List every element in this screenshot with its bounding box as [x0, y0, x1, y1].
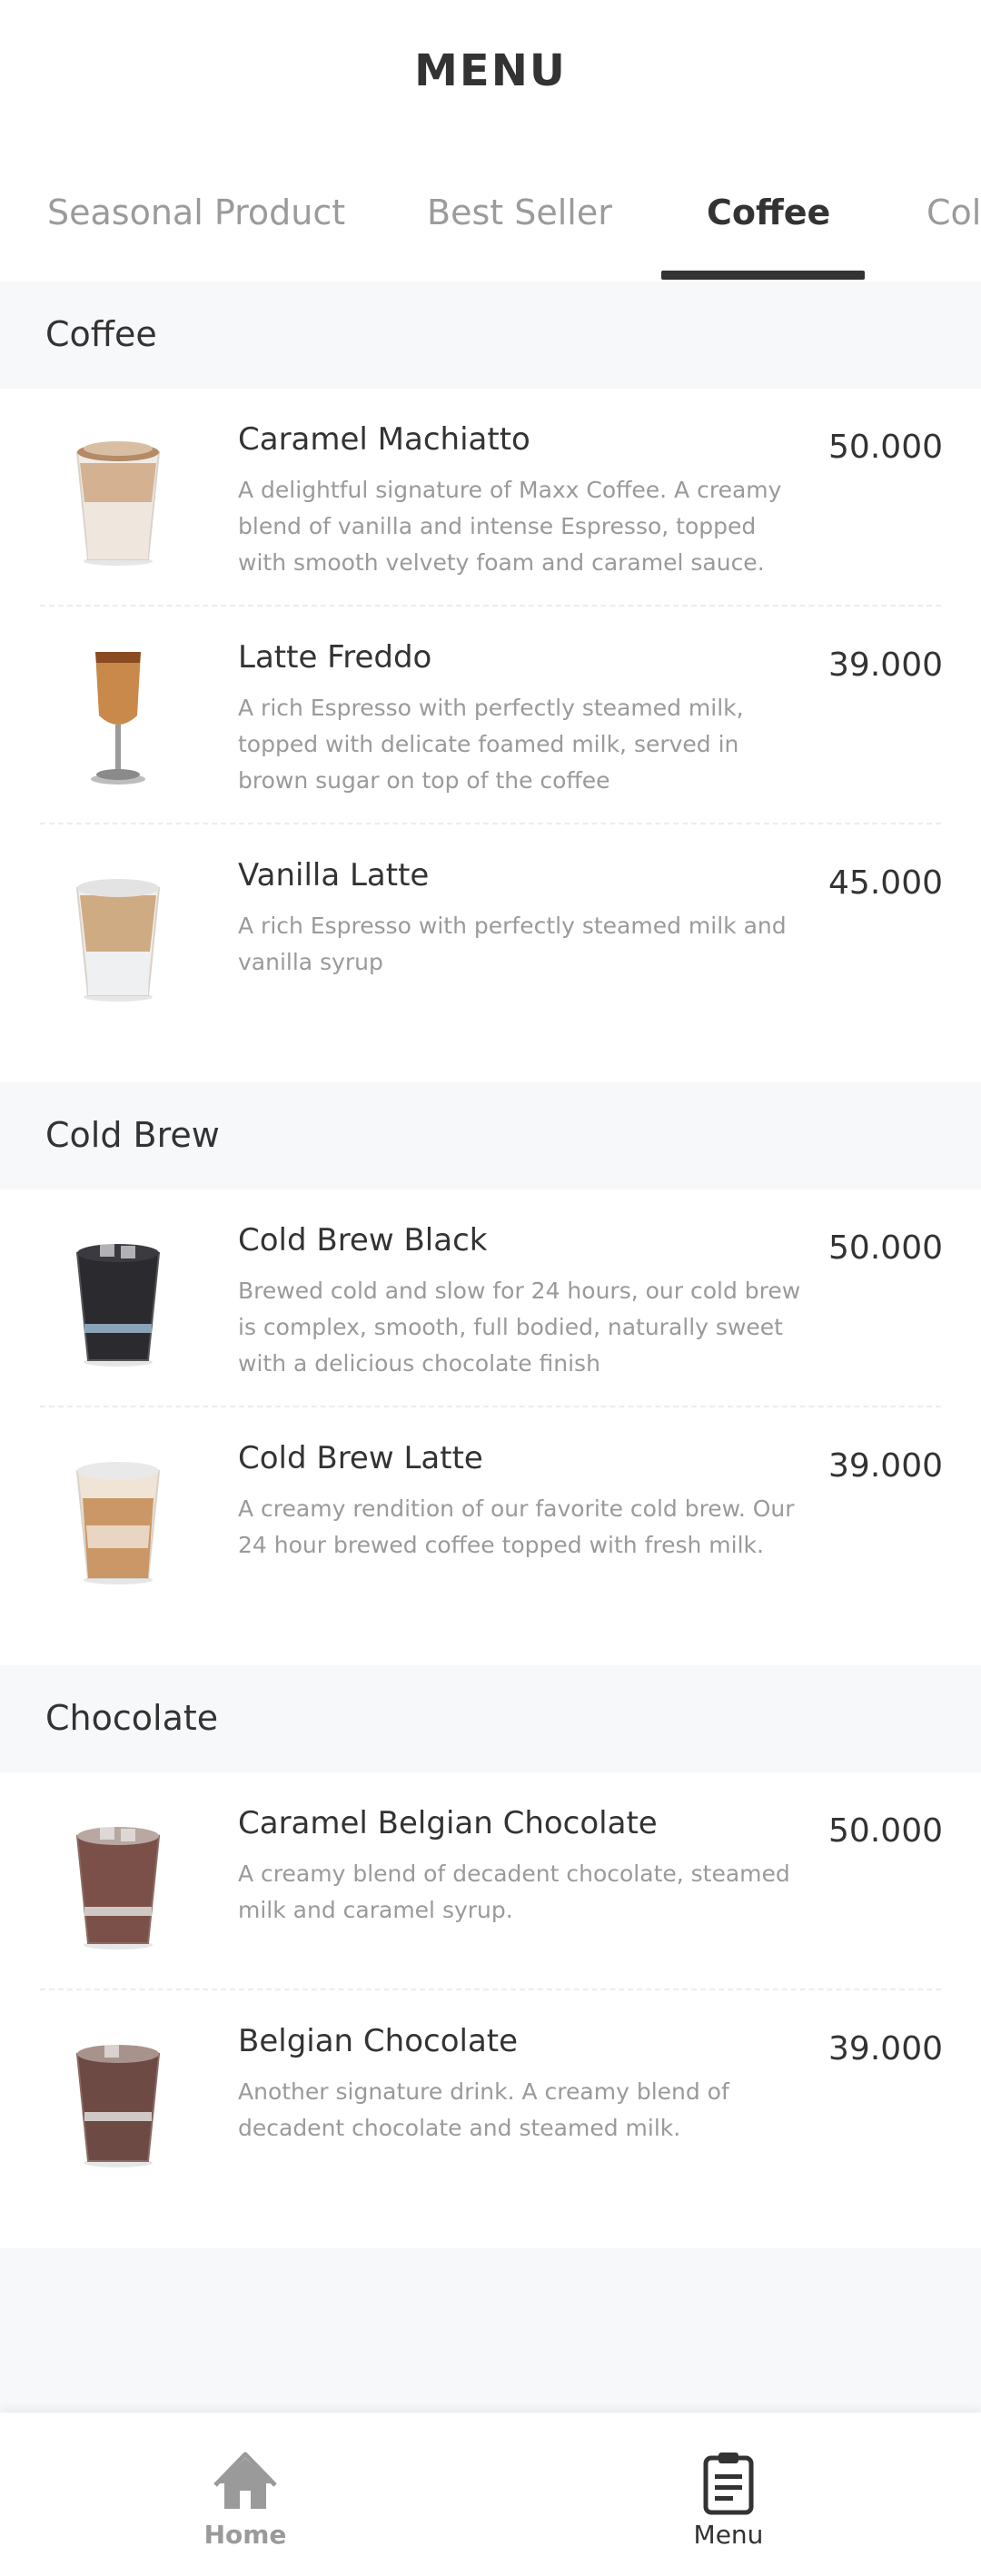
tab-coffee[interactable]: Coffee [707, 192, 830, 232]
item-name: Latte Freddo [238, 639, 432, 676]
menu-item[interactable]: Cold Brew Black Brewed cold and slow for… [0, 1189, 981, 1407]
tab-best-seller[interactable]: Best Seller [427, 192, 612, 232]
item-price: 50.000 [828, 1229, 943, 1267]
home-icon [213, 2452, 277, 2509]
item-description: A rich Espresso with perfectly steamed m… [238, 913, 787, 975]
item-name: Cold Brew Black [238, 1222, 488, 1258]
item-name: Vanilla Latte [238, 857, 430, 893]
item-name: Cold Brew Latte [238, 1440, 483, 1476]
item-price: 45.000 [828, 864, 943, 902]
page-title: MENU [414, 45, 567, 96]
item-description: A rich Espresso with perfectly steamed m… [238, 695, 744, 794]
section-list-coffee: Caramel Machiatto A delightful signature… [0, 389, 981, 1082]
category-tabs: Seasonal Product Best Seller Coffee Col [0, 182, 981, 281]
menu-item[interactable]: Caramel Belgian Chocolate A creamy blend… [0, 1772, 981, 1990]
active-tab-indicator [661, 271, 865, 280]
section-list-cold-brew: Cold Brew Black Brewed cold and slow for… [0, 1189, 981, 1665]
latte-freddo-image [91, 652, 145, 785]
nav-menu-label: Menu [693, 2520, 764, 2550]
section-header-coffee: Coffee [0, 281, 981, 389]
item-description: Brewed cold and slow for 24 hours, our c… [238, 1278, 801, 1377]
cold-brew-black-image [75, 1244, 161, 1367]
caramel-belgian-chocolate-image [75, 1827, 161, 1949]
section-title: Coffee [45, 314, 157, 354]
bottom-navigation: Home Menu [0, 2413, 981, 2576]
item-name: Caramel Machiatto [238, 421, 530, 458]
clipboard-icon [703, 2453, 754, 2515]
vanilla-latte-image [75, 879, 161, 1002]
cold-brew-latte-image [75, 1462, 161, 1584]
section-title: Chocolate [45, 1698, 219, 1738]
belgian-chocolate-image [75, 2045, 161, 2167]
section-header-cold-brew: Cold Brew [0, 1082, 981, 1189]
tab-col[interactable]: Col [926, 192, 981, 232]
item-price: 50.000 [828, 1812, 943, 1850]
tab-seasonal-product[interactable]: Seasonal Product [47, 192, 345, 232]
menu-item[interactable]: Latte Freddo A rich Espresso with perfec… [0, 607, 981, 824]
item-price: 39.000 [828, 1447, 943, 1485]
item-price: 39.000 [828, 646, 943, 684]
menu-item[interactable]: Vanilla Latte A rich Espresso with perfe… [0, 824, 981, 1042]
nav-home-label: Home [203, 2520, 287, 2550]
item-name: Caramel Belgian Chocolate [238, 1805, 658, 1841]
item-description: A delightful signature of Maxx Coffee. A… [238, 477, 782, 576]
menu-item[interactable]: Caramel Machiatto A delightful signature… [0, 389, 981, 607]
menu-item[interactable]: Cold Brew Latte A creamy rendition of ou… [0, 1407, 981, 1625]
item-description: A creamy rendition of our favorite cold … [238, 1495, 795, 1558]
header: MENU Seasonal Product Best Seller Coffee… [0, 0, 981, 281]
item-price: 39.000 [828, 2030, 943, 2068]
section-title: Cold Brew [45, 1115, 220, 1155]
menu-item[interactable]: Belgian Chocolate Another signature drin… [0, 1990, 981, 2208]
item-description: Another signature drink. A creamy blend … [238, 2078, 729, 2141]
nav-menu[interactable]: Menu [638, 2449, 819, 2550]
section-list-chocolate: Caramel Belgian Chocolate A creamy blend… [0, 1772, 981, 2248]
section-header-chocolate: Chocolate [0, 1665, 981, 1772]
nav-home[interactable]: Home [154, 2449, 336, 2550]
item-description: A creamy blend of decadent chocolate, st… [238, 1860, 790, 1923]
item-name: Belgian Chocolate [238, 2023, 519, 2059]
caramel-machiatto-image [75, 441, 161, 566]
item-price: 50.000 [828, 429, 943, 466]
